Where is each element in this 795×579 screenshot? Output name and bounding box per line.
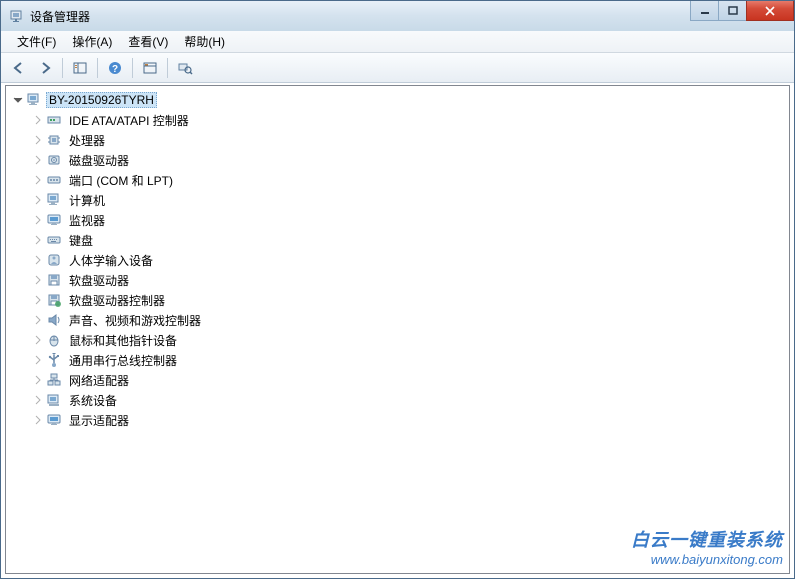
- expand-icon[interactable]: [32, 114, 44, 126]
- tree-node[interactable]: 计算机: [6, 190, 789, 210]
- menu-view[interactable]: 查看(V): [120, 31, 176, 52]
- floppy-icon: [46, 272, 62, 288]
- tree-node[interactable]: 端口 (COM 和 LPT): [6, 170, 789, 190]
- expand-icon[interactable]: [32, 374, 44, 386]
- expand-icon[interactable]: [32, 294, 44, 306]
- tree-node[interactable]: 处理器: [6, 130, 789, 150]
- mouse-icon: [46, 332, 62, 348]
- tree-node[interactable]: 鼠标和其他指针设备: [6, 330, 789, 350]
- svg-text:?: ?: [112, 64, 118, 75]
- tree-node-label: 系统设备: [66, 391, 120, 410]
- tree-node-label: 端口 (COM 和 LPT): [66, 171, 176, 190]
- sound-icon: [46, 312, 62, 328]
- properties-button[interactable]: [138, 56, 162, 80]
- collapse-icon[interactable]: [12, 94, 24, 106]
- tree-node-label: 人体学输入设备: [66, 251, 156, 270]
- computer-icon: [26, 92, 42, 108]
- show-hide-console-button[interactable]: [68, 56, 92, 80]
- back-button[interactable]: [7, 56, 31, 80]
- expand-icon[interactable]: [32, 354, 44, 366]
- tree-node[interactable]: 人体学输入设备: [6, 250, 789, 270]
- usb-icon: [46, 352, 62, 368]
- tree-node[interactable]: 显示适配器: [6, 410, 789, 430]
- maximize-button[interactable]: [718, 1, 747, 21]
- tree-node[interactable]: 软盘驱动器控制器: [6, 290, 789, 310]
- keyboard-icon: [46, 232, 62, 248]
- toolbar-separator: [167, 58, 168, 78]
- computer-icon: [46, 192, 62, 208]
- tree-node-label: 软盘驱动器: [66, 271, 132, 290]
- network-icon: [46, 372, 62, 388]
- port-icon: [46, 172, 62, 188]
- tree-node[interactable]: 磁盘驱动器: [6, 150, 789, 170]
- tree-node-label: IDE ATA/ATAPI 控制器: [66, 111, 192, 130]
- tree-node[interactable]: 系统设备: [6, 390, 789, 410]
- tree-node-label: 监视器: [66, 211, 108, 230]
- scan-hardware-button[interactable]: [173, 56, 197, 80]
- tree-node-label: 显示适配器: [66, 411, 132, 430]
- tree-node[interactable]: 通用串行总线控制器: [6, 350, 789, 370]
- tree-node-label: 软盘驱动器控制器: [66, 291, 168, 310]
- ide-icon: [46, 112, 62, 128]
- toolbar-separator: [62, 58, 63, 78]
- display-icon: [46, 412, 62, 428]
- tree-node[interactable]: IDE ATA/ATAPI 控制器: [6, 110, 789, 130]
- tree-node-label: 磁盘驱动器: [66, 151, 132, 170]
- expand-icon[interactable]: [32, 394, 44, 406]
- expand-icon[interactable]: [32, 254, 44, 266]
- tree-node[interactable]: 声音、视频和游戏控制器: [6, 310, 789, 330]
- system-icon: [46, 392, 62, 408]
- menu-action[interactable]: 操作(A): [64, 31, 120, 52]
- tree-root-node[interactable]: BY-20150926TYRH: [6, 90, 789, 110]
- tree-node-label: 鼠标和其他指针设备: [66, 331, 180, 350]
- device-manager-window: 设备管理器 文件(F) 操作(A) 查看(V) 帮助(H): [0, 0, 795, 579]
- toolbar-separator: [132, 58, 133, 78]
- help-button[interactable]: ?: [103, 56, 127, 80]
- toolbar-separator: [97, 58, 98, 78]
- tree-node-label: 处理器: [66, 131, 108, 150]
- toolbar: ?: [1, 53, 794, 83]
- monitor-icon: [46, 212, 62, 228]
- expand-icon[interactable]: [32, 334, 44, 346]
- app-icon: [9, 8, 25, 24]
- expand-icon[interactable]: [32, 194, 44, 206]
- hid-icon: [46, 252, 62, 268]
- window-title: 设备管理器: [30, 8, 90, 25]
- close-button[interactable]: [746, 1, 794, 21]
- cpu-icon: [46, 132, 62, 148]
- tree-node-label: 计算机: [66, 191, 108, 210]
- tree-root-label: BY-20150926TYRH: [46, 92, 157, 108]
- expand-icon[interactable]: [32, 234, 44, 246]
- menu-file[interactable]: 文件(F): [9, 31, 64, 52]
- floppyctrl-icon: [46, 292, 62, 308]
- expand-icon[interactable]: [32, 154, 44, 166]
- expand-icon[interactable]: [32, 174, 44, 186]
- titlebar: 设备管理器: [1, 1, 794, 31]
- tree-node[interactable]: 网络适配器: [6, 370, 789, 390]
- expand-icon[interactable]: [32, 314, 44, 326]
- tree-node[interactable]: 软盘驱动器: [6, 270, 789, 290]
- menubar: 文件(F) 操作(A) 查看(V) 帮助(H): [1, 31, 794, 53]
- menu-help[interactable]: 帮助(H): [176, 31, 233, 52]
- tree-node-label: 网络适配器: [66, 371, 132, 390]
- device-tree-panel[interactable]: BY-20150926TYRH IDE ATA/ATAPI 控制器 处理器 磁盘…: [5, 85, 790, 574]
- expand-icon[interactable]: [32, 414, 44, 426]
- tree-node-label: 键盘: [66, 231, 96, 250]
- device-tree: BY-20150926TYRH IDE ATA/ATAPI 控制器 处理器 磁盘…: [6, 90, 789, 430]
- tree-node[interactable]: 监视器: [6, 210, 789, 230]
- disk-icon: [46, 152, 62, 168]
- expand-icon[interactable]: [32, 274, 44, 286]
- tree-node-label: 声音、视频和游戏控制器: [66, 311, 204, 330]
- expand-icon[interactable]: [32, 134, 44, 146]
- forward-button[interactable]: [33, 56, 57, 80]
- tree-node-label: 通用串行总线控制器: [66, 351, 180, 370]
- expand-icon[interactable]: [32, 214, 44, 226]
- tree-node[interactable]: 键盘: [6, 230, 789, 250]
- minimize-button[interactable]: [690, 1, 719, 21]
- window-controls: [691, 1, 794, 21]
